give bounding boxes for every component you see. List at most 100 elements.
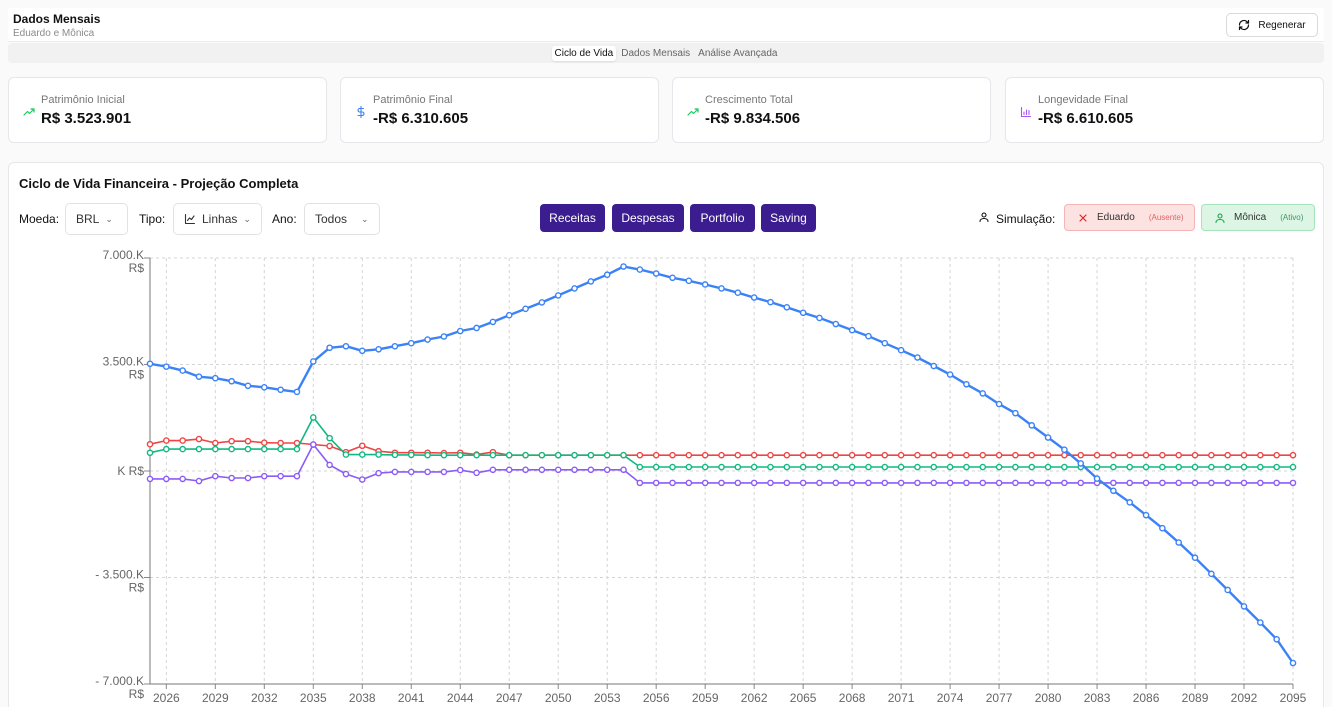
data-point <box>163 445 170 453</box>
data-point <box>1208 463 1215 471</box>
x-tick-label: 2059 <box>692 691 719 705</box>
data-point <box>163 363 170 370</box>
data-point <box>1044 463 1052 471</box>
data-point <box>1044 434 1052 441</box>
data-point <box>1175 539 1182 546</box>
data-point <box>652 270 660 277</box>
data-point <box>179 475 186 483</box>
data-point <box>1142 511 1150 519</box>
data-point <box>881 463 889 471</box>
data-point <box>799 463 807 471</box>
data-point <box>930 479 938 487</box>
data-point <box>538 451 546 459</box>
data-point <box>228 377 235 385</box>
card-longevidade-final: Longevidade Final -R$ 6.610.605 <box>1005 77 1324 143</box>
data-point <box>750 451 758 459</box>
data-point <box>995 451 1003 459</box>
data-point <box>146 440 154 448</box>
data-point <box>1240 603 1248 610</box>
data-point <box>146 475 154 483</box>
dollar-icon <box>357 106 365 118</box>
data-point <box>195 477 203 485</box>
card-value: -R$ 6.610.605 <box>1038 110 1134 127</box>
data-point <box>538 299 546 306</box>
data-point <box>718 285 725 292</box>
panel-title: Ciclo de Vida Financeira - Projeção Comp… <box>19 176 299 191</box>
x-tick-label: 2077 <box>986 691 1013 705</box>
data-point <box>1224 463 1231 471</box>
ano-select[interactable]: Todos ⌄ <box>304 203 380 235</box>
data-point <box>946 451 954 459</box>
person-eduardo-toggle[interactable]: Eduardo (Ausente) <box>1064 204 1195 231</box>
tipo-select[interactable]: Linhas ⌄ <box>173 203 262 235</box>
saving-button[interactable]: Saving <box>761 204 816 232</box>
x-tick-label: 2068 <box>839 691 866 705</box>
data-point <box>522 451 529 459</box>
data-point <box>979 390 987 397</box>
data-point <box>358 347 366 355</box>
data-point <box>1142 463 1150 471</box>
data-point <box>1175 463 1182 471</box>
data-point <box>816 479 823 487</box>
despesas-button[interactable]: Despesas <box>612 204 684 232</box>
data-point <box>750 463 758 471</box>
x-tick-label: 2047 <box>496 691 523 705</box>
ano-value: Todos <box>315 212 348 226</box>
data-point <box>473 324 480 332</box>
x-tick-label: 2089 <box>1182 691 1209 705</box>
data-point <box>946 479 954 487</box>
data-point <box>669 274 676 282</box>
tab-ciclo-de-vida[interactable]: Ciclo de Vida <box>551 45 617 61</box>
data-point <box>701 463 709 471</box>
data-point <box>342 470 350 478</box>
data-point <box>1110 479 1117 487</box>
data-point <box>146 360 154 368</box>
data-point <box>440 333 448 340</box>
tab-analise-avancada[interactable]: Análise Avançada <box>695 46 780 61</box>
data-point <box>767 463 774 471</box>
data-point <box>1028 422 1036 429</box>
data-point <box>1093 463 1101 471</box>
bar-chart-icon <box>1020 106 1032 118</box>
data-point <box>1289 451 1297 459</box>
data-point <box>767 298 774 306</box>
tab-dados-mensais[interactable]: Dados Mensais <box>618 46 693 61</box>
x-tick-label: 2044 <box>447 691 474 705</box>
simulacao-label: Simulação: <box>996 212 1056 226</box>
x-tick-label: 2074 <box>937 691 964 705</box>
data-point <box>1273 635 1280 643</box>
data-point <box>587 278 595 285</box>
chevron-down-icon: ⌄ <box>361 213 369 224</box>
data-point <box>881 451 889 459</box>
y-tick-label: R$ <box>129 581 145 595</box>
data-point <box>244 437 252 445</box>
portfolio-button[interactable]: Portfolio <box>690 204 755 232</box>
data-point <box>865 479 872 487</box>
moeda-value: BRL <box>76 212 100 226</box>
data-point <box>326 434 333 442</box>
data-point <box>636 479 644 487</box>
data-point <box>212 374 219 382</box>
moeda-select[interactable]: BRL ⌄ <box>65 203 128 235</box>
data-point <box>750 479 758 487</box>
y-tick-label: R$ <box>129 261 145 275</box>
data-point <box>963 451 970 459</box>
card-crescimento-total: Crescimento Total -R$ 9.834.506 <box>672 77 991 143</box>
data-point <box>1273 451 1280 459</box>
data-point <box>1093 451 1101 459</box>
data-point <box>1191 554 1199 562</box>
data-point <box>848 479 856 487</box>
person-monica-toggle[interactable]: Mônica (Ativo) <box>1201 204 1315 231</box>
data-point <box>1240 451 1248 459</box>
data-point <box>1012 479 1019 487</box>
data-point <box>865 332 872 340</box>
data-point <box>620 263 627 270</box>
data-point <box>1142 451 1150 459</box>
data-point <box>995 463 1003 471</box>
regenerate-button[interactable]: Regenerar <box>1226 13 1318 37</box>
y-tick-label: 3.500.K <box>103 355 144 369</box>
data-point <box>342 342 350 350</box>
data-point <box>603 451 611 459</box>
card-patrimonio-inicial: Patrimônio Inicial R$ 3.523.901 <box>8 77 327 143</box>
receitas-button[interactable]: Receitas <box>540 204 605 232</box>
